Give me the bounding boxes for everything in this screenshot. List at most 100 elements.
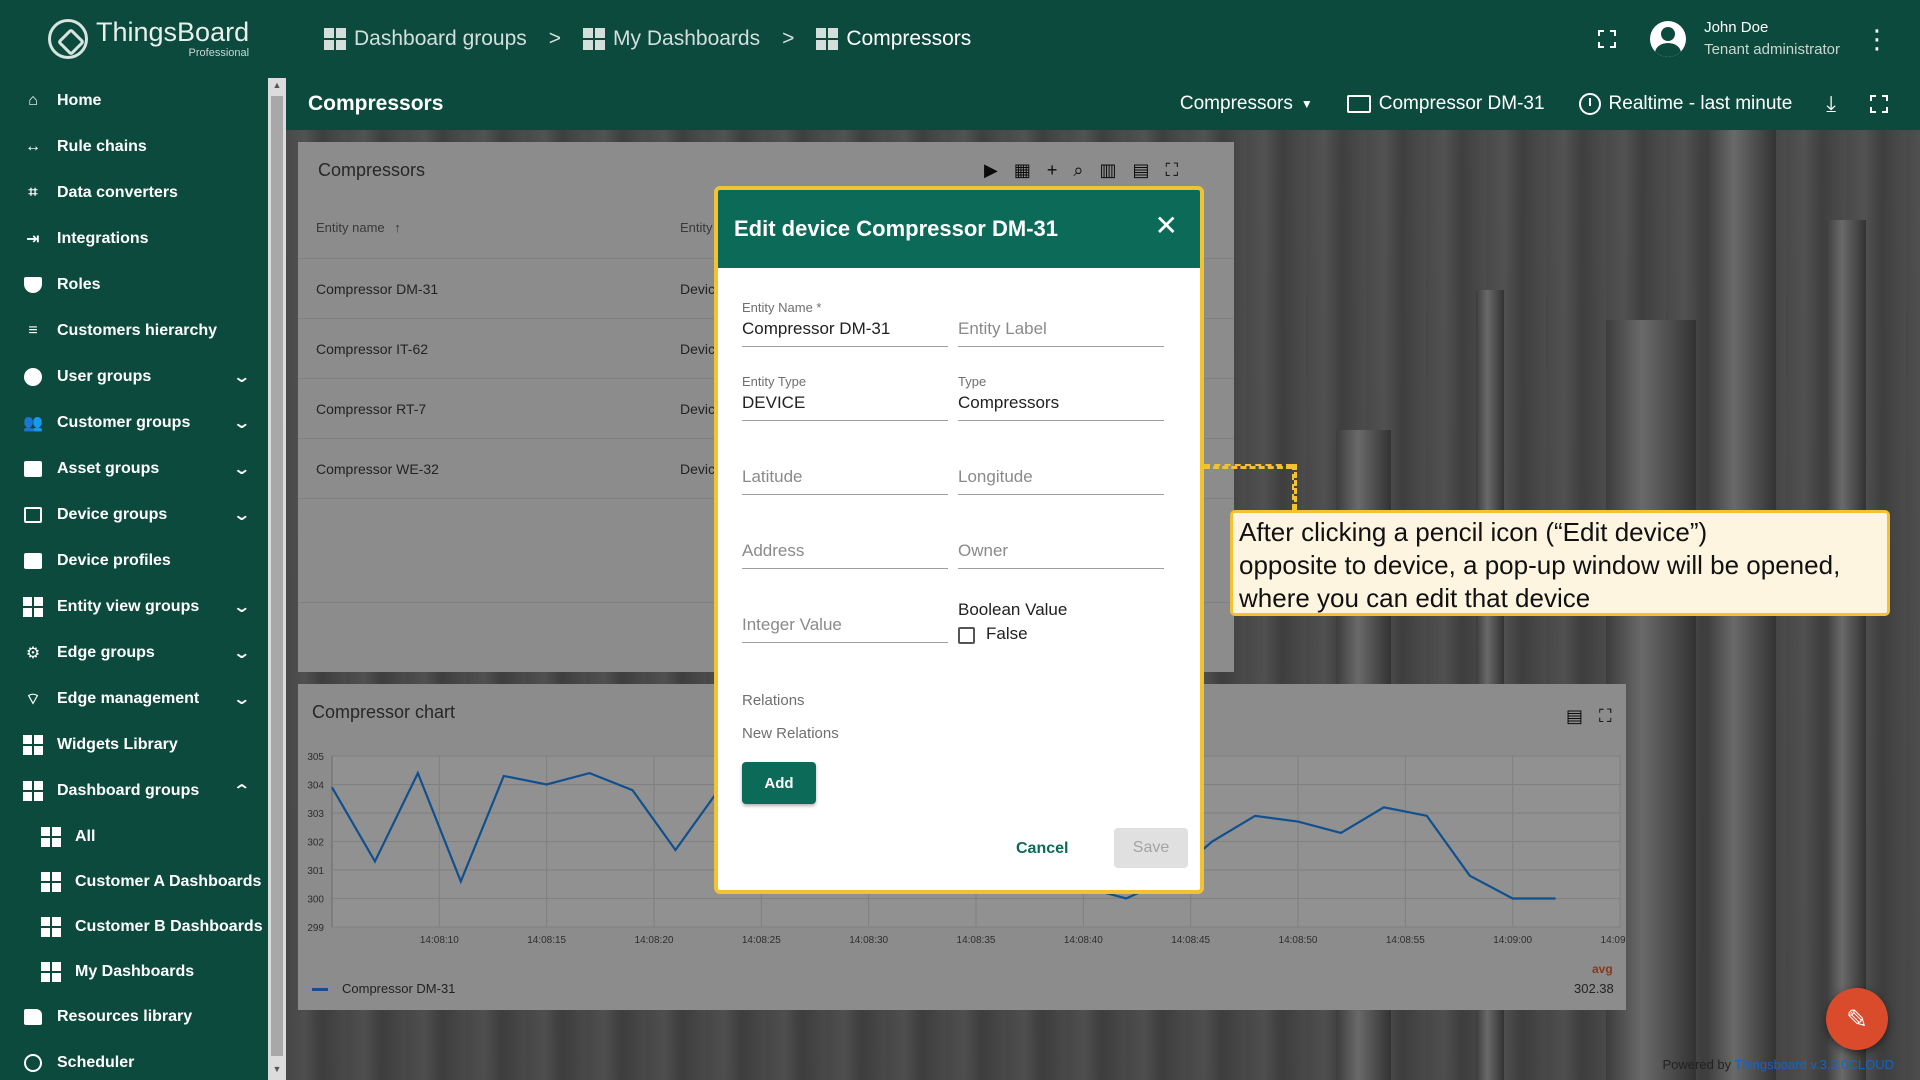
sidebar-item-label: Customers hierarchy [57,322,218,339]
add-relation-button[interactable]: Add [742,762,816,804]
user-name: John Doe [1704,19,1769,36]
sidebar-item-device-profiles[interactable]: Device profiles [0,538,268,584]
boolean-value-label: Boolean Value [958,600,1068,619]
integer-value-field[interactable]: Integer Value [742,596,948,643]
longitude-field[interactable]: Longitude [958,448,1164,495]
sidebar-subitem-my-dashboards[interactable]: My Dashboards [0,949,268,994]
download-icon[interactable]: ⤓ [1826,91,1836,117]
sidebar-item-label: Dashboard groups [57,782,200,799]
sidebar-item-integrations[interactable]: ⇥ Integrations [0,216,268,262]
chevron-down-icon: ⌄ [231,691,251,708]
device-profile-icon [22,551,44,571]
sidebar-item-label: My Dashboards [75,962,195,980]
relations-label: Relations [742,692,805,709]
entity-label-field[interactable]: Entity Label [958,300,1164,347]
user-avatar[interactable] [1650,21,1687,57]
sidebar: ⌂ Home ↔ Rule chains ⌗ Data converters ⇥ Int… [0,78,268,1080]
dialog-header: Edit device Compressor DM-31 ✕ [718,190,1200,268]
entity-alias-select[interactable]: Compressor DM-31 [1346,93,1545,115]
sidebar-item-label: Edge management [57,690,200,707]
integration-icon: ⇥ [26,231,40,248]
fullscreen-icon[interactable] [1597,29,1618,49]
boolean-checkbox[interactable] [958,627,975,644]
boolean-checkbox-label[interactable]: False [986,624,1028,644]
sidebar-item-asset-groups[interactable]: Asset groups ⌄ [0,446,268,492]
field-placeholder: Address [742,541,805,560]
field-placeholder: Owner [958,541,1009,560]
customers-icon: 👥 [23,415,43,432]
sidebar-item-scheduler[interactable]: Scheduler [0,1040,268,1080]
close-icon[interactable]: ✕ [1155,212,1178,240]
powered-by-prefix: Powered by [1662,1057,1735,1072]
sidebar-item-entity-view-groups[interactable]: Entity view groups ⌄ [0,584,268,630]
sidebar-item-label: Edge groups [57,644,155,661]
entity-type-value: DEVICE [742,393,806,412]
scroll-up-arrow-icon[interactable]: ▲ [271,80,283,92]
owner-field[interactable]: Owner [958,522,1164,569]
converter-icon: ⌗ [28,184,38,201]
callout-connector [1204,464,1292,469]
devices-icon [1346,95,1371,113]
sidebar-item-device-groups[interactable]: Device groups ⌄ [0,492,268,538]
dialog-title: Edit device Compressor DM-31 [734,216,1058,241]
chevron-up-icon: ⌃ [231,783,251,800]
sidebar-item-data-converters[interactable]: ⌗ Data converters [0,170,268,216]
folder-icon [22,1007,44,1027]
callout-line-3: where you can edit that device [1239,583,1591,613]
chevron-down-icon: ⌄ [231,645,251,662]
save-button[interactable]: Save [1114,828,1188,868]
sidebar-item-dashboard-groups[interactable]: Dashboard groups ⌃ [0,768,268,814]
sidebar-subitem-customer-b[interactable]: Customer B Dashboards [0,904,268,949]
thingsboard-logo[interactable]: ThingsBoard Professional [0,0,286,78]
type-value: Compressors [958,393,1060,412]
sidebar-item-user-groups[interactable]: User groups ⌄ [0,354,268,400]
powered-by: Powered by Thingsboard v.3.3.0CLOUD [1663,1057,1894,1072]
sidebar-item-rule-chains[interactable]: ↔ Rule chains [0,124,268,170]
edit-device-dialog: Edit device Compressor DM-31 ✕ Entity Na… [714,186,1204,894]
state-select[interactable]: Compressors ▼ [1180,93,1313,115]
pencil-icon: ✎ [1846,1003,1868,1034]
timewindow-select[interactable]: Realtime - last minute [1578,93,1792,115]
latitude-field[interactable]: Latitude [742,448,948,495]
field-placeholder: Entity Label [958,319,1047,338]
address-field[interactable]: Address [742,522,948,569]
user-info[interactable]: John Doe Tenant administrator [1704,17,1840,61]
sidebar-item-label: Integrations [57,230,149,247]
sidebar-item-resources-library[interactable]: Resources library [0,994,268,1040]
home-icon: ⌂ [28,92,38,109]
powered-by-link[interactable]: Thingsboard v.3.3.0CLOUD [1735,1057,1894,1072]
sidebar-item-roles[interactable]: Roles [0,262,268,308]
sidebar-item-label: Customer B Dashboards [75,917,263,935]
breadcrumb-dashboard-groups[interactable]: Dashboard groups [324,27,527,51]
more-vert-icon[interactable]: ⋮ [1864,26,1890,52]
sidebar-subitem-customer-a[interactable]: Customer A Dashboards [0,859,268,904]
sidebar-item-widgets-library[interactable]: Widgets Library [0,722,268,768]
new-relations-label: New Relations [742,725,839,742]
sidebar-item-home[interactable]: ⌂ Home [0,78,268,124]
sidebar-item-edge-management[interactable]: ⌔ Edge management ⌄ [0,676,268,722]
field-label: Entity Type [742,374,807,389]
entity-type-field: Entity Type DEVICE [742,374,948,421]
cancel-button[interactable]: Cancel [1016,840,1068,858]
fullscreen-icon[interactable] [1869,94,1889,114]
sidebar-item-label: Customer A Dashboards [75,872,262,890]
dashboard-icon [583,28,606,50]
sidebar-item-customer-groups[interactable]: 👥 Customer groups ⌄ [0,400,268,446]
field-placeholder: Longitude [958,467,1033,486]
sidebar-subitem-all[interactable]: All [0,814,268,859]
top-app-bar: ThingsBoard Professional Dashboard group… [0,0,1920,78]
edit-dashboard-fab[interactable]: ✎ [1826,988,1888,1050]
sidebar-item-label: Entity view groups [57,598,200,615]
sidebar-scroll-thumb[interactable] [271,96,283,1056]
asset-icon [22,459,44,479]
breadcrumb-my-dashboards[interactable]: My Dashboards [583,27,760,51]
user-role: Tenant administrator [1704,41,1840,58]
dashboard-icon [40,826,62,847]
entity-name-field[interactable]: Entity Name * Compressor DM-31 [742,300,948,347]
sidebar-item-edge-groups[interactable]: ⚙ Edge groups ⌄ [0,630,268,676]
logo-icon [48,19,88,59]
chevron-down-icon: ⌄ [231,599,251,616]
sidebar-item-customers-hierarchy[interactable]: ≡ Customers hierarchy [0,308,268,354]
scroll-down-arrow-icon[interactable]: ▼ [271,1064,283,1076]
field-label: Type [958,374,987,389]
